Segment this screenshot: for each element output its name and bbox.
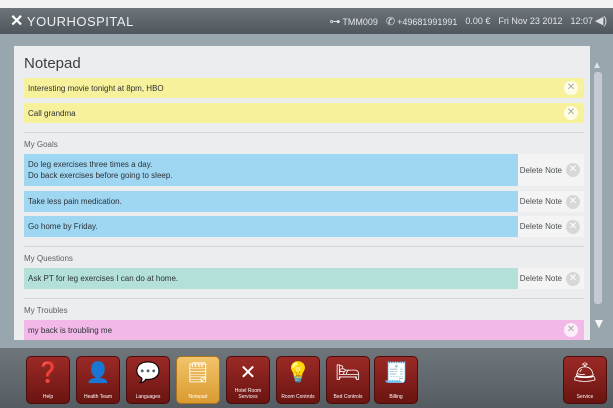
- delete-note-button[interactable]: Delete Note ✕: [518, 191, 584, 212]
- note-text: Interesting movie tonight at 8pm, HBO: [28, 83, 164, 93]
- cutlery-icon: ✕: [239, 362, 257, 384]
- room-number: TMM009: [342, 16, 378, 27]
- section-heading-troubles: My Troubles: [24, 306, 68, 315]
- button-label: Billing: [389, 394, 403, 400]
- close-icon[interactable]: ✕: [566, 194, 580, 209]
- scroll-up-icon[interactable]: ▲: [592, 60, 602, 71]
- delete-note-button[interactable]: Delete Note ✕: [518, 216, 584, 237]
- balance: 0.00 €: [465, 16, 491, 26]
- notepad-button[interactable]: 🗒 Notepad: [176, 356, 220, 404]
- hospital-logo: ✕ YOURHOSPITAL: [10, 11, 134, 31]
- close-icon[interactable]: ✕: [566, 219, 580, 234]
- close-icon[interactable]: ✕: [564, 323, 578, 337]
- question-text: Ask PT for leg exercises I can do at hom…: [28, 274, 179, 283]
- button-label: Bed Controls: [333, 394, 363, 400]
- goal-item[interactable]: Take less pain medication. Delete Note ✕: [24, 191, 584, 212]
- delete-label: Delete Note: [519, 274, 562, 283]
- bed-controls-button[interactable]: 🛏 Bed Controls: [326, 356, 370, 404]
- date: Fri Nov 23 2012: [498, 16, 563, 26]
- divider: [24, 246, 584, 247]
- health-team-button[interactable]: 👤 Health Team: [76, 356, 120, 404]
- notepad-icon: 🗒: [185, 362, 211, 384]
- goal-item[interactable]: Go home by Friday. Delete Note ✕: [24, 216, 584, 237]
- button-label: Help: [42, 394, 54, 400]
- hotel-room-services-button[interactable]: ✕ Hotel Room Services: [226, 356, 270, 404]
- delete-label: Delete Note: [519, 222, 562, 231]
- scrollbar[interactable]: ▲ ▼: [592, 60, 606, 331]
- divider: [24, 298, 584, 299]
- page-title: Notepad: [24, 55, 81, 72]
- question-icon: ❓: [35, 362, 61, 384]
- goal-item[interactable]: Do leg exercises three times a day. Do b…: [24, 154, 584, 186]
- button-label: Service: [576, 394, 594, 400]
- volume-icon[interactable]: ◀): [595, 14, 607, 27]
- help-button[interactable]: ❓ Help: [26, 356, 70, 404]
- goal-text: Go home by Friday.: [28, 222, 98, 231]
- service-button[interactable]: 🛎 Service: [563, 356, 607, 404]
- goal-text: Do leg exercises three times a day. Do b…: [28, 159, 518, 181]
- bed-icon: 🛏: [335, 362, 361, 384]
- status-info: ⊶ TMM009 ✆ +49681991991 0.00 € Fri Nov 23 …: [329, 15, 593, 28]
- divider: [24, 132, 584, 133]
- scroll-track[interactable]: [594, 72, 602, 304]
- button-label: Health Team: [84, 394, 112, 400]
- scroll-down-icon[interactable]: ▼: [592, 315, 606, 331]
- close-icon[interactable]: ✕: [564, 106, 578, 120]
- top-edge: [0, 0, 613, 8]
- doctor-icon: 👤: [85, 362, 111, 384]
- delete-note-button[interactable]: Delete Note ✕: [518, 154, 584, 186]
- trouble-text: my back is troubling me: [28, 325, 113, 335]
- close-icon[interactable]: ✕: [564, 81, 578, 95]
- delete-label: Delete Note: [519, 165, 562, 175]
- close-icon[interactable]: ✕: [566, 163, 580, 177]
- bed-icon: ⊶: [329, 15, 341, 28]
- cash-register-icon: 🧾: [383, 362, 409, 384]
- button-label: Hotel Room Services: [234, 388, 262, 400]
- service-bell-icon: 🛎: [572, 362, 598, 384]
- goal-text: Take less pain medication.: [28, 197, 122, 206]
- section-heading-questions: My Questions: [24, 254, 73, 263]
- question-item[interactable]: Ask PT for leg exercises I can do at hom…: [24, 268, 584, 289]
- status-bar: ✕ YOURHOSPITAL ⊶ TMM009 ✆ +49681991991 0.0…: [0, 8, 613, 34]
- note-item[interactable]: Call grandma ✕: [24, 103, 584, 123]
- logo-text: YOURHOSPITAL: [26, 13, 134, 29]
- languages-button[interactable]: 💬 Languages: [126, 356, 170, 404]
- bottom-dock: ❓ Help 👤 Health Team 💬 Languages 🗒 Notep…: [0, 348, 613, 408]
- note-item[interactable]: Interesting movie tonight at 8pm, HBO ✕: [24, 78, 584, 98]
- button-label: Room Controls: [281, 394, 315, 400]
- goal-line: Do back exercises before going to sleep.: [28, 171, 173, 180]
- speech-bubble-icon: 💬: [135, 362, 161, 384]
- room-controls-button[interactable]: 💡 Room Controls: [276, 356, 320, 404]
- delete-note-button[interactable]: Delete Note ✕: [518, 268, 584, 289]
- delete-label: Delete Note: [519, 197, 562, 206]
- time: 12:07: [570, 16, 593, 26]
- goal-line: Do leg exercises three times a day.: [28, 160, 153, 169]
- phone-icon: ✆: [385, 15, 396, 28]
- section-heading-goals: My Goals: [24, 140, 58, 149]
- billing-button[interactable]: 🧾 Billing: [374, 356, 418, 404]
- cross-icon: ✕: [10, 13, 24, 30]
- note-text: Call grandma: [28, 108, 76, 118]
- notepad-panel: Notepad Interesting movie tonight at 8pm…: [14, 46, 590, 340]
- button-label: Notepad: [188, 394, 208, 400]
- button-label: Languages: [135, 394, 161, 400]
- lightbulb-icon: 💡: [285, 362, 311, 384]
- phone-number: +49681991991: [397, 16, 458, 27]
- close-icon[interactable]: ✕: [566, 271, 580, 286]
- trouble-item[interactable]: my back is troubling me ✕: [24, 320, 584, 340]
